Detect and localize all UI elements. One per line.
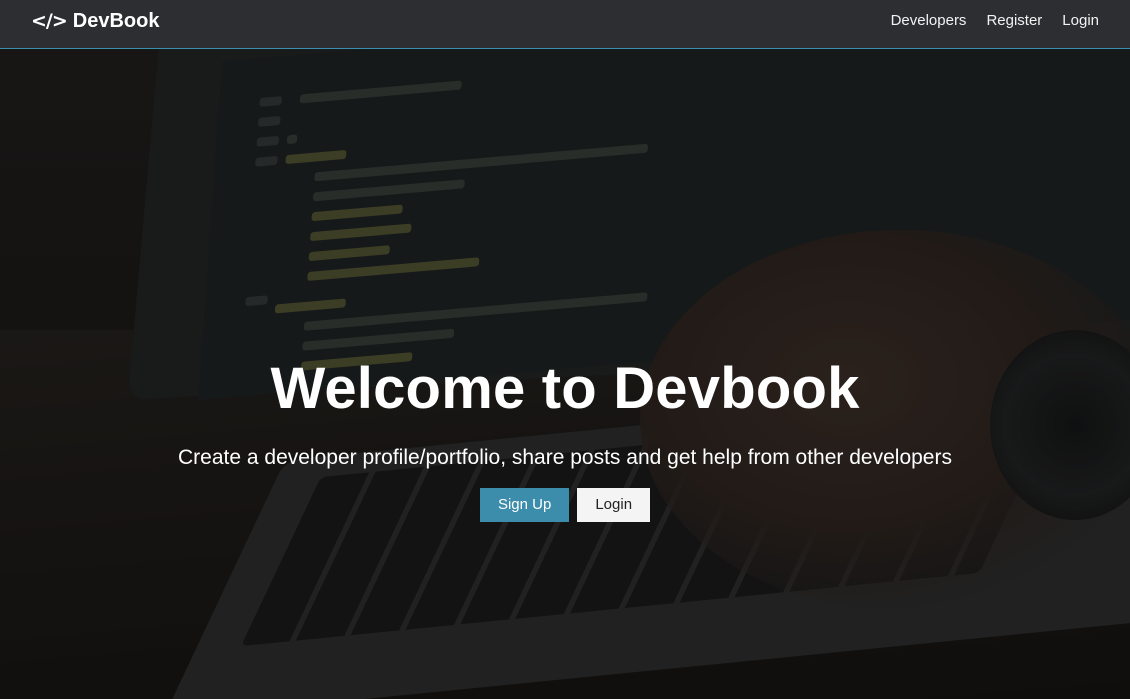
nav-links: Developers Register Login <box>891 12 1099 30</box>
top-navbar: </> DevBook Developers Register Login <box>0 0 1130 49</box>
landing-lead: Create a developer profile/portfolio, sh… <box>178 446 952 469</box>
code-icon: </> <box>31 10 68 32</box>
landing-buttons: Sign Up Login <box>0 488 1130 522</box>
sign-up-button[interactable]: Sign Up <box>479 488 570 522</box>
landing-section: Welcome to Devbook Create a developer pr… <box>0 350 1130 522</box>
nav-link-login[interactable]: Login <box>1062 12 1099 30</box>
login-button[interactable]: Login <box>577 488 651 522</box>
brand-name: DevBook <box>72 9 160 32</box>
landing-title: Welcome to Devbook <box>270 356 860 421</box>
nav-link-register[interactable]: Register <box>986 12 1042 30</box>
nav-link-developers[interactable]: Developers <box>891 12 967 30</box>
brand-link[interactable]: </> DevBook <box>31 9 159 33</box>
